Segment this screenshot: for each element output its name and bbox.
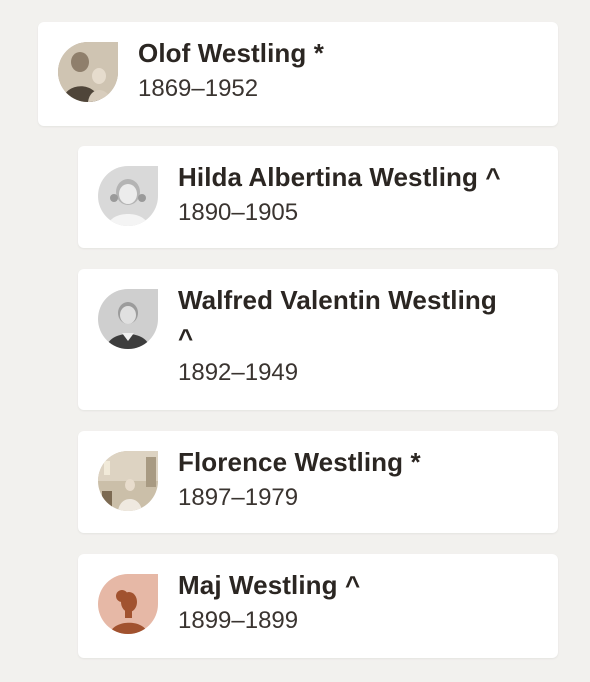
person-card-maj[interactable]: Maj Westling ^ 1899–1899	[78, 554, 558, 658]
person-years: 1869–1952	[138, 75, 259, 102]
person-name: Hilda Albertina Westling ^	[178, 162, 501, 192]
person-photo-icon	[98, 166, 158, 226]
person-card-florence[interactable]: Florence Westling * 1897–1979	[78, 431, 558, 533]
silhouette-woman-icon	[98, 574, 158, 634]
person-name: Maj Westling ^	[178, 570, 361, 600]
person-card-walfred[interactable]: Walfred Valentin Westling ^ 1892–1949	[78, 269, 558, 410]
person-photo-icon	[98, 451, 158, 511]
person-years: 1897–1979	[178, 484, 299, 511]
person-years: 1892–1949	[178, 359, 299, 386]
person-card-hilda[interactable]: Hilda Albertina Westling ^ 1890–1905	[78, 146, 558, 248]
person-name-line-2: ^	[178, 323, 194, 353]
person-photo-icon	[58, 42, 118, 102]
person-name-line-1: Walfred Valentin Westling	[178, 285, 497, 315]
person-years: 1899–1899	[178, 607, 299, 634]
family-tree-panel: Olof Westling * 1869–1952 Hilda Albertin…	[0, 0, 590, 682]
person-photo-icon	[98, 289, 158, 349]
person-card-olof[interactable]: Olof Westling * 1869–1952	[38, 22, 558, 126]
person-name: Olof Westling *	[138, 38, 324, 68]
person-years: 1890–1905	[178, 199, 299, 226]
person-name: Florence Westling *	[178, 447, 421, 477]
